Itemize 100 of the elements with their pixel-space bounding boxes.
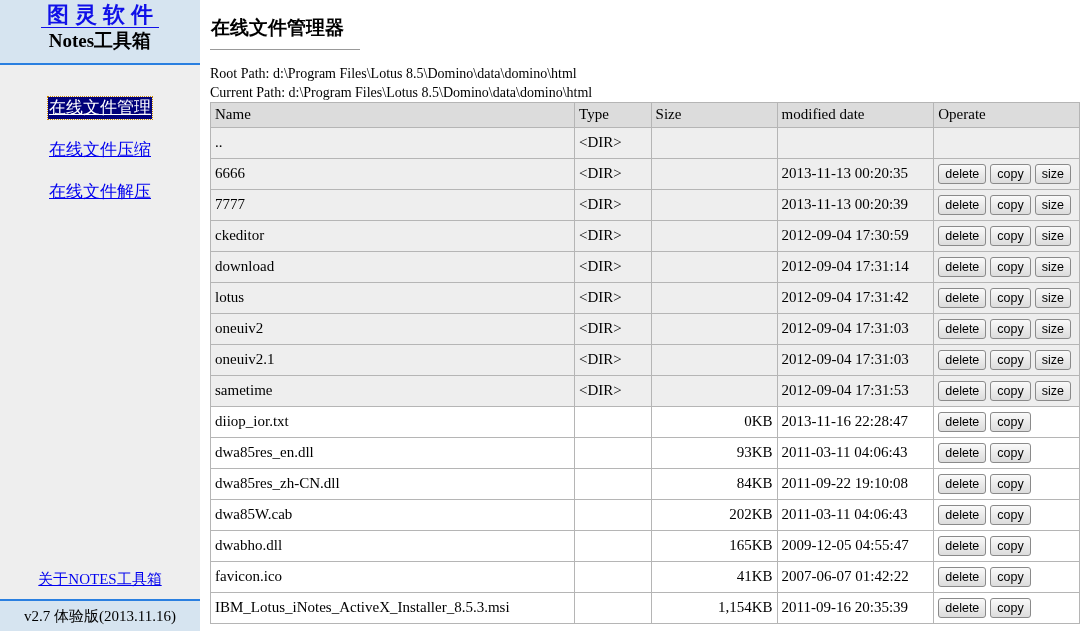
- action-button[interactable]: size: [1034, 195, 1071, 216]
- action-button[interactable]: copy: [990, 567, 1031, 588]
- name-cell: favicon.ico: [210, 561, 575, 592]
- name-cell: dwa85W.cab: [210, 499, 575, 530]
- action-button[interactable]: delete: [938, 443, 987, 464]
- action-button[interactable]: size: [1034, 226, 1071, 247]
- page-title: 在线文件管理器: [210, 12, 360, 50]
- action-button[interactable]: copy: [990, 412, 1031, 433]
- current-path-text: Current Path: d:\Program Files\Lotus 8.5\Domino\data\domino\html: [210, 83, 594, 102]
- action-button[interactable]: delete: [938, 195, 987, 216]
- name-cell: oneuiv2.1: [210, 344, 575, 375]
- sidebar-link[interactable]: 在线文件管理: [48, 97, 152, 120]
- action-button[interactable]: delete: [938, 474, 987, 495]
- date-cell: 2013-11-16 22:28:47: [777, 406, 934, 437]
- name-cell: dwa85res_en.dll: [210, 437, 575, 468]
- date-cell: 2013-11-13 00:20:39: [777, 189, 934, 220]
- sidebar-link[interactable]: 在线文件压缩: [48, 139, 152, 162]
- action-button[interactable]: delete: [938, 288, 987, 309]
- sidebar-link[interactable]: 在线文件解压: [48, 181, 152, 204]
- type-cell: <DIR>: [574, 282, 652, 313]
- action-button[interactable]: delete: [938, 164, 987, 185]
- type-cell: <DIR>: [574, 375, 652, 406]
- logo-text: 图灵软件: [41, 3, 159, 29]
- action-button[interactable]: delete: [938, 567, 987, 588]
- action-button[interactable]: delete: [938, 536, 987, 557]
- action-button[interactable]: copy: [990, 226, 1031, 247]
- action-button[interactable]: copy: [990, 319, 1031, 340]
- action-button[interactable]: delete: [938, 505, 987, 526]
- date-cell: 2007-06-07 01:42:22: [777, 561, 934, 592]
- date-cell: 2012-09-04 17:30:59: [777, 220, 934, 251]
- action-button[interactable]: delete: [938, 257, 987, 278]
- action-button[interactable]: delete: [938, 319, 987, 340]
- size-cell: 0KB: [651, 406, 778, 437]
- action-button[interactable]: delete: [938, 226, 987, 247]
- app-subtitle: Notes工具箱: [48, 29, 152, 54]
- column-header: Name: [210, 102, 575, 127]
- size-cell: 84KB: [651, 468, 778, 499]
- action-button[interactable]: copy: [990, 474, 1031, 495]
- action-button[interactable]: copy: [990, 505, 1031, 526]
- date-cell: 2011-09-16 20:35:39: [777, 592, 934, 623]
- type-cell: <DIR>: [574, 251, 652, 282]
- name-cell: diiop_ior.txt: [210, 406, 575, 437]
- action-button[interactable]: delete: [938, 412, 987, 433]
- date-cell: 2012-09-04 17:31:03: [777, 344, 934, 375]
- date-cell: 2011-03-11 04:06:43: [777, 437, 934, 468]
- action-button[interactable]: delete: [938, 350, 987, 371]
- size-cell: 202KB: [651, 499, 778, 530]
- column-header: Operate: [933, 102, 1080, 127]
- name-cell: lotus: [210, 282, 575, 313]
- size-cell: 93KB: [651, 437, 778, 468]
- action-button[interactable]: copy: [990, 257, 1031, 278]
- column-header: modified date: [777, 102, 934, 127]
- size-cell: 165KB: [651, 530, 778, 561]
- action-button[interactable]: copy: [990, 598, 1031, 619]
- name-cell: ..: [210, 127, 575, 158]
- action-button[interactable]: size: [1034, 381, 1071, 402]
- name-cell: 7777: [210, 189, 575, 220]
- size-cell: 41KB: [651, 561, 778, 592]
- action-button[interactable]: delete: [938, 598, 987, 619]
- action-button[interactable]: copy: [990, 536, 1031, 557]
- date-cell: 2012-09-04 17:31:53: [777, 375, 934, 406]
- action-button[interactable]: copy: [990, 350, 1031, 371]
- name-cell: dwa85res_zh-CN.dll: [210, 468, 575, 499]
- action-button[interactable]: copy: [990, 288, 1031, 309]
- column-header: Type: [574, 102, 652, 127]
- name-cell: download: [210, 251, 575, 282]
- action-button[interactable]: copy: [990, 443, 1031, 464]
- name-cell: oneuiv2: [210, 313, 575, 344]
- action-button[interactable]: size: [1034, 319, 1071, 340]
- date-cell: 2011-03-11 04:06:43: [777, 499, 934, 530]
- type-cell: <DIR>: [574, 158, 652, 189]
- action-button[interactable]: size: [1034, 257, 1071, 278]
- name-cell: sametime: [210, 375, 575, 406]
- date-cell: 2012-09-04 17:31:03: [777, 313, 934, 344]
- action-button[interactable]: copy: [990, 381, 1031, 402]
- date-cell: 2012-09-04 17:31:14: [777, 251, 934, 282]
- name-cell: IBM_Lotus_iNotes_ActiveX_Installer_8.5.3.msi: [210, 592, 575, 623]
- action-button[interactable]: size: [1034, 350, 1071, 371]
- date-cell: 2012-09-04 17:31:42: [777, 282, 934, 313]
- action-button[interactable]: copy: [990, 195, 1031, 216]
- type-cell: <DIR>: [574, 344, 652, 375]
- type-cell: <DIR>: [574, 127, 652, 158]
- type-cell: <DIR>: [574, 189, 652, 220]
- date-cell: 2009-12-05 04:55:47: [777, 530, 934, 561]
- date-cell: 2011-09-22 19:10:08: [777, 468, 934, 499]
- name-cell: ckeditor: [210, 220, 575, 251]
- action-button[interactable]: size: [1034, 164, 1071, 185]
- version-bar: v2.7 体验版(2013.11.16): [0, 599, 200, 631]
- root-path-text: Root Path: d:\Program Files\Lotus 8.5\Domino\data\domino\html: [210, 64, 578, 83]
- type-cell: <DIR>: [574, 220, 652, 251]
- type-cell: <DIR>: [574, 313, 652, 344]
- name-cell: 6666: [210, 158, 575, 189]
- action-button[interactable]: copy: [990, 164, 1031, 185]
- size-cell: 1,154KB: [651, 592, 778, 623]
- date-cell: 2013-11-13 00:20:35: [777, 158, 934, 189]
- about-link[interactable]: 关于NOTES工具箱: [0, 567, 200, 590]
- action-button[interactable]: size: [1034, 288, 1071, 309]
- action-button[interactable]: delete: [938, 381, 987, 402]
- name-cell: dwabho.dll: [210, 530, 575, 561]
- column-header: Size: [651, 102, 778, 127]
